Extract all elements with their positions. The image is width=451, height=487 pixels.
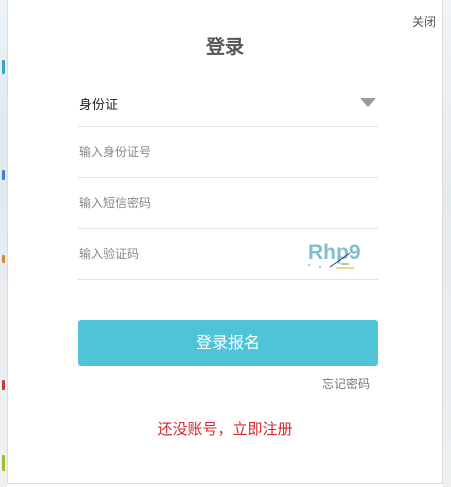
- page: 关闭 登录 身份证 Rhp9: [0, 0, 451, 487]
- backdrop-mark: [2, 380, 5, 390]
- backdrop-right: [443, 0, 451, 487]
- verify-code-row: Rhp9: [78, 229, 378, 280]
- login-dialog: 关闭 登录 身份证 Rhp9: [7, 0, 443, 484]
- id-number-input[interactable]: [78, 127, 378, 177]
- login-form: 身份证 Rhp9: [78, 76, 378, 280]
- id-number-row: [78, 127, 378, 178]
- backdrop-left: [0, 0, 7, 487]
- sms-code-input[interactable]: [78, 178, 378, 228]
- verify-code-input[interactable]: [78, 229, 298, 279]
- id-type-select[interactable]: 身份证: [78, 76, 378, 127]
- register-link[interactable]: 还没账号，立即注册: [8, 418, 442, 439]
- backdrop-mark: [2, 255, 5, 263]
- sms-code-row: [78, 178, 378, 229]
- backdrop-mark: [2, 170, 5, 180]
- id-type-value: 身份证: [79, 98, 119, 113]
- backdrop-mark: [2, 60, 5, 74]
- captcha-noise: [308, 252, 354, 269]
- backdrop-mark: [2, 455, 5, 471]
- close-button[interactable]: 关闭: [412, 13, 436, 30]
- login-submit-button[interactable]: 登录报名: [78, 320, 378, 366]
- forgot-password-link[interactable]: 忘记密码: [322, 375, 370, 392]
- captcha-image[interactable]: Rhp9: [306, 237, 362, 271]
- dialog-title: 登录: [205, 36, 244, 58]
- chevron-down-icon[interactable]: [360, 98, 376, 107]
